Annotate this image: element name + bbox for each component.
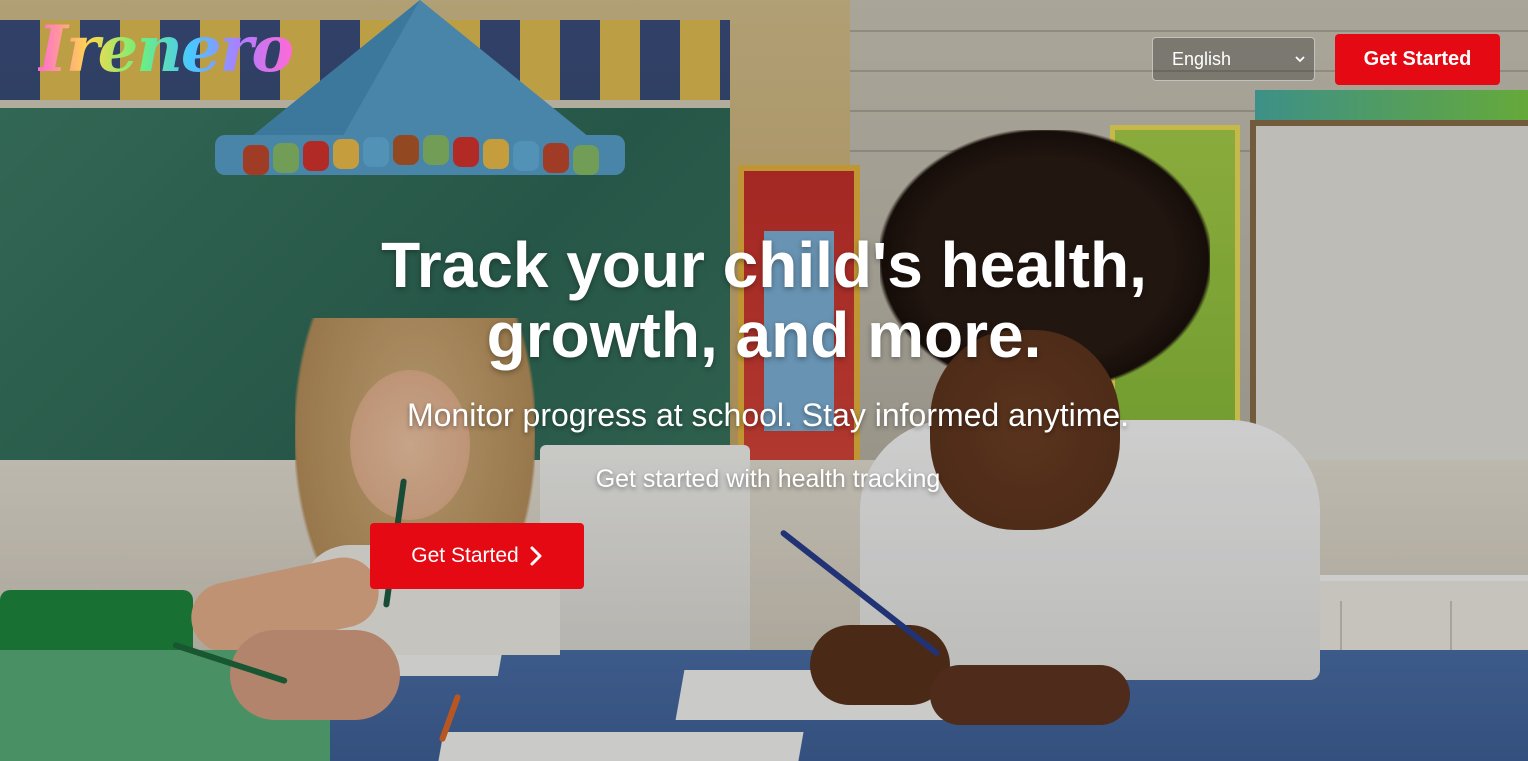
language-select[interactable]: English — [1152, 37, 1315, 81]
hero-headline-line-1: Track your child's health, — [381, 229, 1147, 301]
chevron-down-icon — [1295, 56, 1305, 63]
hero-subheadline: Monitor progress at school. Stay informe… — [406, 397, 1130, 433]
hero-get-started-label: Get Started — [411, 544, 519, 567]
brand-logo[interactable]: Irenero — [38, 18, 294, 82]
language-select-value: English — [1172, 48, 1232, 69]
header-get-started-button[interactable]: Get Started — [1335, 34, 1500, 85]
chevron-right-icon — [530, 546, 542, 566]
hero-cta-text: Get started with health tracking — [595, 465, 941, 493]
hero-section: Irenero English Get Started Track your c… — [0, 0, 1528, 761]
hero-headline-line-2: growth, and more. — [486, 299, 1042, 371]
hero-headline: Track your child's health, growth, and m… — [0, 230, 1528, 370]
hero-get-started-button[interactable]: Get Started — [370, 523, 584, 589]
hero-background-image — [0, 0, 1528, 761]
